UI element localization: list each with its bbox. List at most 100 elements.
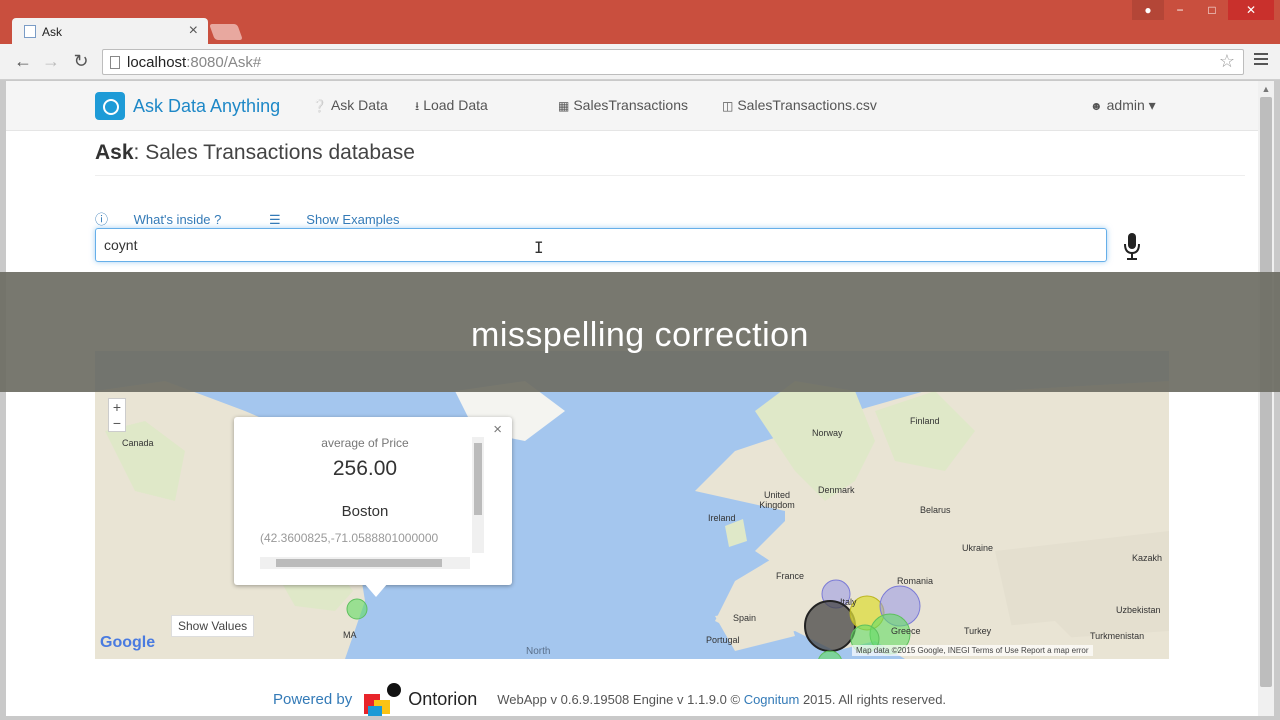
ontorion-logo-icon [364, 683, 402, 716]
microphone-icon[interactable] [1122, 231, 1142, 261]
nav-csv[interactable]: ◫ SalesTransactions.csv [722, 97, 877, 113]
page-title-rest: : Sales Transactions database [133, 141, 415, 164]
nav-csv-label: SalesTransactions.csv [737, 97, 877, 113]
whats-inside-label: What's inside ? [133, 212, 222, 227]
window-controls: ● − □ ✕ [1132, 0, 1274, 20]
label-romania: Romania [897, 576, 934, 586]
map-zoom-control[interactable]: + − [108, 398, 126, 432]
label-denmark: Denmark [818, 485, 855, 495]
label-norway: Norway [812, 428, 843, 438]
help-links: ⓘ What's inside ? ☰ Show Examples [95, 209, 444, 228]
upload-icon: ⭳ [415, 99, 420, 113]
show-values-button[interactable]: Show Values [171, 615, 255, 637]
new-tab-button[interactable] [209, 24, 243, 40]
cognitum-link[interactable]: Cognitum [744, 692, 800, 707]
close-window-button[interactable]: ✕ [1228, 0, 1274, 20]
brand-logo-icon [95, 92, 125, 120]
label-italy: Italy [840, 597, 857, 607]
label-turkey: Turkey [964, 626, 992, 636]
back-arrow-icon[interactable]: ← [12, 51, 34, 72]
user-profile-icon[interactable]: ● [1132, 0, 1164, 20]
nav-load-data-label: Load Data [423, 97, 488, 113]
page-scrollbar[interactable]: ▲ [1258, 81, 1274, 716]
label-ukraine: Ukraine [962, 543, 994, 553]
info-city: Boston [341, 503, 389, 520]
scroll-up-icon[interactable]: ▲ [1258, 81, 1274, 97]
map-attribution[interactable]: Map data ©2015 Google, INEGI Terms of Us… [852, 645, 1093, 656]
minimize-button[interactable]: − [1164, 0, 1196, 20]
user-menu[interactable]: ☻ admin ▾ [1090, 97, 1156, 114]
nav-table[interactable]: ▦ SalesTransactions [558, 97, 688, 113]
reload-icon[interactable]: ↻ [70, 51, 92, 72]
brand-name: Ask Data Anything [133, 95, 281, 116]
label-ma: MA [343, 630, 357, 640]
browser-tab[interactable]: Ask × [12, 18, 208, 44]
page-footer: Powered by Ontorion WebApp v 0.6.9.19508… [273, 682, 946, 716]
title-divider [95, 175, 1245, 176]
question-circle-icon: ❔ [312, 99, 327, 113]
map-info-window: × average of Price 256.00 Boston (42.360… [234, 417, 512, 597]
rights-text: 2015. All rights reserved. [802, 691, 947, 707]
label-spain: Spain [733, 613, 757, 623]
nav-table-label: SalesTransactions [573, 97, 688, 113]
user-icon: ☻ [1090, 99, 1103, 113]
info-value: 256.00 [332, 457, 398, 480]
url-host: localhost [127, 54, 187, 71]
label-ireland: Ireland [708, 513, 736, 523]
label-france: France [776, 571, 805, 581]
user-name: admin [1106, 97, 1145, 113]
database-icon: ◫ [722, 99, 734, 113]
label-uzbekistan: Uzbekistan [1116, 605, 1161, 615]
app-navbar: Ask Data Anything ❔ Ask Data ⭳ Load Data ▦… [6, 81, 1258, 131]
table-icon: ▦ [558, 99, 570, 113]
browser-toolbar: ← → ↻ localhost:8080/Ask# ☆ [0, 44, 1280, 80]
page-title-bold: Ask [95, 141, 134, 164]
caret-down-icon: ▾ [1144, 97, 1156, 113]
google-logo: Google [100, 634, 156, 651]
address-bar[interactable]: localhost:8080/Ask# ☆ [102, 49, 1244, 75]
powered-by-label: Powered by [273, 690, 353, 708]
zoom-in-button[interactable]: + [109, 399, 125, 415]
label-north-sea: North [526, 646, 551, 657]
page-title: Ask: Sales Transactions database [95, 141, 415, 165]
show-examples-label: Show Examples [306, 212, 400, 227]
maximize-button[interactable]: □ [1196, 0, 1228, 20]
label-canada: Canada [122, 438, 154, 448]
text-cursor-icon: I [534, 238, 544, 257]
info-horizontal-scrollbar[interactable] [260, 557, 470, 569]
label-greece: Greece [891, 626, 921, 636]
list-icon: ☰ [269, 212, 285, 227]
page-icon [110, 56, 120, 69]
info-metric: average of Price [321, 436, 409, 450]
video-caption: misspelling correction [0, 272, 1280, 392]
show-examples-link[interactable]: ☰ Show Examples [269, 212, 422, 227]
label-portugal: Portugal [706, 635, 740, 645]
window-titlebar: Ask × ● − □ ✕ [0, 0, 1280, 44]
bookmark-star-icon[interactable]: ☆ [1219, 51, 1235, 72]
info-circle-icon: ⓘ [95, 212, 112, 227]
label-belarus: Belarus [920, 505, 951, 515]
tab-title: Ask [42, 25, 63, 39]
page-favicon-icon [24, 25, 36, 38]
forward-arrow-icon[interactable]: → [40, 51, 62, 72]
scroll-thumb[interactable] [1260, 97, 1272, 687]
nav-ask-data[interactable]: ❔ Ask Data [312, 97, 388, 113]
label-kazakh: Kazakh [1132, 553, 1163, 563]
nav-ask-data-label: Ask Data [330, 97, 388, 113]
label-finland: Finland [910, 416, 940, 426]
nav-load-data[interactable]: ⭳ Load Data [415, 97, 488, 118]
company-name[interactable]: Ontorion [408, 689, 477, 710]
label-uk: United Kingdom [759, 490, 795, 510]
version-text: WebApp v 0.6.9.19508 Engine v 1.1.9.0 © [497, 691, 741, 707]
label-turkmenistan: Turkmenistan [1090, 631, 1145, 641]
tab-close-icon[interactable]: × [189, 22, 198, 40]
zoom-out-button[interactable]: − [109, 415, 125, 431]
brand-link[interactable]: Ask Data Anything [95, 92, 280, 120]
info-coords: (42.3600825,-71.0588801000000 [260, 531, 439, 545]
info-vertical-scrollbar[interactable] [472, 437, 484, 553]
ask-query-input[interactable]: coynt [95, 228, 1107, 262]
url-path: :8080/Ask# [186, 54, 262, 71]
info-pointer [364, 583, 388, 597]
whats-inside-link[interactable]: ⓘ What's inside ? [95, 212, 243, 227]
browser-menu-icon[interactable] [1254, 53, 1268, 67]
